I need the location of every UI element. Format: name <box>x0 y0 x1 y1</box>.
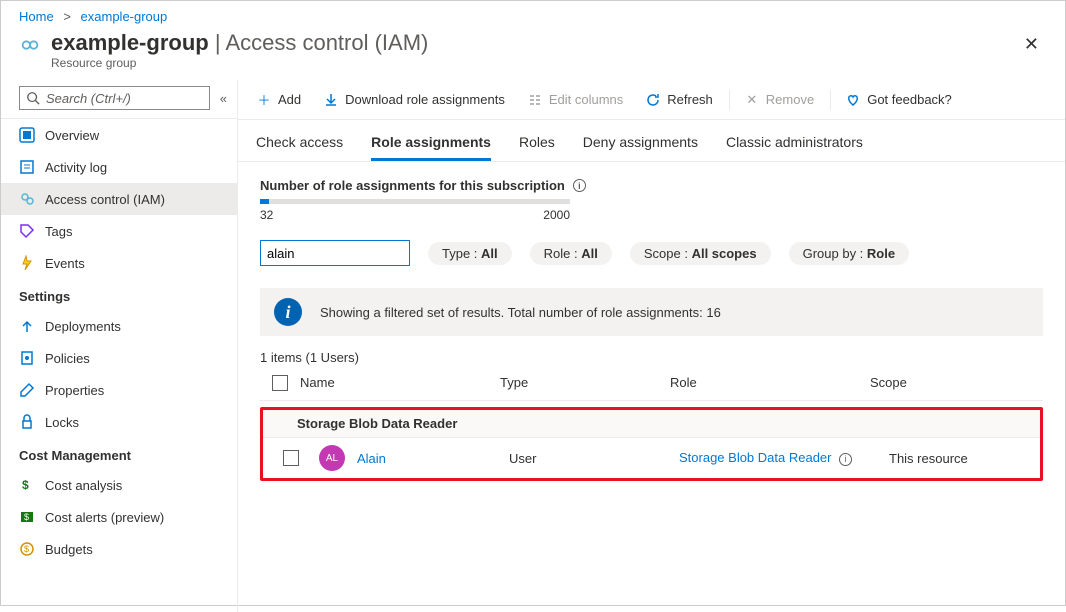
tab-check-access[interactable]: Check access <box>256 134 343 161</box>
page-title: example-group | Access control (IAM) <box>51 30 428 56</box>
info-icon: i <box>274 298 302 326</box>
sidebar-item-cost-analysis[interactable]: $Cost analysis <box>1 469 237 501</box>
usage-bar-labels: 32 2000 <box>260 208 570 222</box>
group-header: Storage Blob Data Reader <box>263 410 1040 438</box>
remove-button[interactable]: ✕Remove <box>744 92 814 108</box>
sidebar-item-properties[interactable]: Properties <box>1 374 237 406</box>
plus-icon: ＋ <box>256 92 272 108</box>
info-banner: i Showing a filtered set of results. Tot… <box>260 288 1043 336</box>
title-name: example-group <box>51 30 209 55</box>
heart-icon <box>845 92 861 108</box>
overview-icon <box>19 127 35 143</box>
row-name[interactable]: Alain <box>357 451 386 466</box>
col-role[interactable]: Role <box>670 375 870 390</box>
col-scope[interactable]: Scope <box>870 375 1031 390</box>
usage-bar <box>260 199 570 204</box>
sidebar-header-settings: Settings <box>1 279 237 310</box>
search-placeholder: Search (Ctrl+/) <box>46 91 131 106</box>
cost-analysis-icon: $ <box>19 477 35 493</box>
sidebar-item-locks[interactable]: Locks <box>1 406 237 438</box>
close-button[interactable]: ✕ <box>1016 30 1047 59</box>
sidebar-item-cost-alerts[interactable]: $Cost alerts (preview) <box>1 501 237 533</box>
info-icon[interactable]: i <box>839 453 852 466</box>
tab-classic-admins[interactable]: Classic administrators <box>726 134 863 161</box>
properties-icon <box>19 382 35 398</box>
tab-deny-assignments[interactable]: Deny assignments <box>583 134 698 161</box>
tabs: Check access Role assignments Roles Deny… <box>238 120 1065 162</box>
sidebar-item-events[interactable]: Events <box>1 247 237 279</box>
result-count: 1 items (1 Users) <box>260 350 1043 365</box>
select-all-checkbox[interactable] <box>272 375 288 391</box>
sidebar-item-tags[interactable]: Tags <box>1 215 237 247</box>
sidebar-header-cost: Cost Management <box>1 438 237 469</box>
activity-log-icon <box>19 159 35 175</box>
refresh-button[interactable]: Refresh <box>645 92 713 108</box>
refresh-icon <box>645 92 661 108</box>
page-subtitle: Resource group <box>51 56 428 70</box>
columns-icon <box>527 92 543 108</box>
tags-icon <box>19 223 35 239</box>
filter-type[interactable]: Type : All <box>428 242 512 265</box>
access-control-icon <box>19 191 35 207</box>
sidebar: Search (Ctrl+/) « Overview Activity log … <box>1 80 238 612</box>
collapse-sidebar-button[interactable]: « <box>220 91 227 106</box>
page-header: example-group | Access control (IAM) Res… <box>1 28 1065 80</box>
sidebar-item-policies[interactable]: Policies <box>1 342 237 374</box>
svg-text:$: $ <box>24 544 29 554</box>
command-separator <box>830 90 831 110</box>
events-icon <box>19 255 35 271</box>
table-row: AL Alain User Storage Blob Data Reader i… <box>263 438 1040 478</box>
sidebar-item-deployments[interactable]: Deployments <box>1 310 237 342</box>
feedback-button[interactable]: Got feedback? <box>845 92 952 108</box>
tab-role-assignments[interactable]: Role assignments <box>371 134 491 161</box>
sidebar-item-access-control[interactable]: Access control (IAM) <box>1 183 237 215</box>
results-table: Storage Blob Data Reader AL Alain User S… <box>260 407 1043 481</box>
deployments-icon <box>19 318 35 334</box>
svg-text:$: $ <box>22 478 29 492</box>
col-name[interactable]: Name <box>300 375 500 390</box>
title-page: Access control (IAM) <box>225 30 428 55</box>
metric-label: Number of role assignments for this subs… <box>260 178 1043 193</box>
resource-group-icon <box>19 34 41 56</box>
budgets-icon: $ <box>19 541 35 557</box>
usage-current: 32 <box>260 208 273 222</box>
avatar: AL <box>319 445 345 471</box>
cost-alerts-icon: $ <box>19 509 35 525</box>
svg-text:$: $ <box>24 512 29 522</box>
filter-search-input[interactable] <box>260 240 410 266</box>
policies-icon <box>19 350 35 366</box>
sidebar-item-activity-log[interactable]: Activity log <box>1 151 237 183</box>
breadcrumb-sep: > <box>63 9 71 24</box>
locks-icon <box>19 414 35 430</box>
info-icon[interactable]: i <box>573 179 586 192</box>
main-content: ＋Add Download role assignments Edit colu… <box>238 80 1065 612</box>
sidebar-item-budgets[interactable]: $Budgets <box>1 533 237 565</box>
download-button[interactable]: Download role assignments <box>323 92 505 108</box>
command-bar: ＋Add Download role assignments Edit colu… <box>238 80 1065 120</box>
col-type[interactable]: Type <box>500 375 670 390</box>
row-checkbox[interactable] <box>283 450 299 466</box>
tab-roles[interactable]: Roles <box>519 134 555 161</box>
breadcrumb-current[interactable]: example-group <box>81 9 168 24</box>
row-scope: This resource <box>889 451 1028 466</box>
search-icon <box>26 91 40 105</box>
sidebar-search[interactable]: Search (Ctrl+/) <box>19 86 210 110</box>
row-role[interactable]: Storage Blob Data Reader <box>679 450 831 465</box>
breadcrumb-home[interactable]: Home <box>19 9 54 24</box>
command-separator <box>729 90 730 110</box>
breadcrumb: Home > example-group <box>1 1 1065 28</box>
filter-groupby[interactable]: Group by : Role <box>789 242 909 265</box>
filter-role[interactable]: Role : All <box>530 242 612 265</box>
remove-icon: ✕ <box>744 92 760 108</box>
row-type: User <box>509 451 679 466</box>
download-icon <box>323 92 339 108</box>
table-header: Name Type Role Scope <box>260 365 1043 401</box>
edit-columns-button[interactable]: Edit columns <box>527 92 623 108</box>
sidebar-item-overview[interactable]: Overview <box>1 119 237 151</box>
add-button[interactable]: ＋Add <box>256 92 301 108</box>
usage-max: 2000 <box>543 208 570 222</box>
filter-scope[interactable]: Scope : All scopes <box>630 242 771 265</box>
banner-text: Showing a filtered set of results. Total… <box>320 305 721 320</box>
